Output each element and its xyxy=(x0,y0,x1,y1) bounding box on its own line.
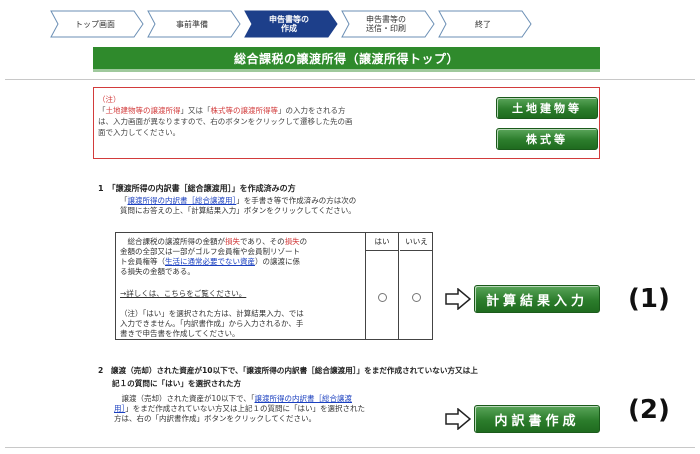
note-box: （注） 「土地建物等の譲渡所得」又は「株式等の譲渡所得等」の入力をされる方 は、… xyxy=(93,87,600,159)
question-line: ト会員権等（生活に通常必要でない資産）の譲渡に係 xyxy=(120,257,363,267)
loss-text: 損失 xyxy=(284,237,300,246)
step-label: 終了 xyxy=(475,19,491,29)
land-buildings-button[interactable]: 土地建物等 xyxy=(496,97,598,119)
step-label: 事前準備 xyxy=(176,19,208,29)
question-line: る損失の金額である。 xyxy=(120,267,195,276)
detail-form-link-2b[interactable]: 用］ xyxy=(114,404,125,413)
detail-form-link[interactable]: 譲渡所得の内訳書［総合譲渡用］ xyxy=(128,196,237,205)
marker-1: (1) xyxy=(628,284,670,314)
question-line: 金額の全部又は一部がゴルフ会員権や会員制リゾート xyxy=(120,247,300,256)
create-breakdown-button[interactable]: 内訳書作成 xyxy=(474,405,600,433)
text-part: 譲渡（売却）された資産が10以下で、「 xyxy=(121,394,255,403)
question-cell: 総合課税の譲渡所得の金額が損失であり、その損失の 金額の全部又は一部がゴルフ会員… xyxy=(116,233,366,339)
section2-heading-line: 2 譲渡（売却）された資産が10以下で、「譲渡所得の内訳書［総合譲渡用］」をまだ… xyxy=(98,366,478,375)
yes-column: はい xyxy=(366,233,399,339)
note-text: （注） 「土地建物等の譲渡所得」又は「株式等の譲渡所得等」の入力をされる方 は、… xyxy=(98,94,423,138)
text-part: であり、その xyxy=(240,237,285,246)
land-link-text: 土地建物等の譲渡所得 xyxy=(105,106,181,115)
divider xyxy=(5,447,695,448)
step-prep: 事前準備 xyxy=(147,10,241,38)
note-heading: （注） xyxy=(98,95,121,104)
step-top: トップ画面 xyxy=(50,10,144,38)
note-text-part: 」又は「 xyxy=(180,106,211,115)
note-line: 書きで申告書を作成してください。 xyxy=(120,329,240,338)
section1-body: 「譲渡所得の内訳書［総合譲渡用］」を手書き等で作成済みの方は次の 質問にお答えの… xyxy=(120,196,450,216)
section1-heading: 1 「譲渡所得の内訳書［総合譲渡用］」を作成済みの方 xyxy=(98,184,296,193)
section1-line: 「譲渡所得の内訳書［総合譲渡用］」を手書き等で作成済みの方は次の xyxy=(120,196,450,206)
step-end: 終了 xyxy=(438,10,532,38)
text-part: 「 xyxy=(120,196,128,205)
right-arrow-icon xyxy=(445,288,471,310)
step-label: トップ画面 xyxy=(75,19,115,29)
note-text-part: 「 xyxy=(98,106,106,115)
no-column: いいえ xyxy=(400,233,433,339)
text-part: ト会員権等（ xyxy=(120,257,165,266)
yes-header: はい xyxy=(366,233,398,251)
section2-line: 譲渡（売却）された資産が10以下で、「譲渡所得の内訳書［総合譲渡 xyxy=(114,394,436,404)
loss-text: 損失 xyxy=(225,237,240,246)
note-line: は、入力画面が異なりますので、右のボタンをクリックして遷移した先の画 xyxy=(98,117,353,126)
stock-link-text: 株式等の譲渡所得等 xyxy=(210,106,279,115)
text-part: 」を手書き等で作成済みの方は次の xyxy=(236,196,357,205)
question-table: 総合課税の譲渡所得の金額が損失であり、その損失の 金額の全部又は一部がゴルフ会員… xyxy=(115,232,433,340)
text-part: の xyxy=(299,237,308,246)
step-send: 申告書等の 送信・印刷 xyxy=(341,10,435,38)
note-line: 「土地建物等の譲渡所得」又は「株式等の譲渡所得等」の入力をされる方 xyxy=(98,105,423,116)
section1-line: 質問にお答えの上、「計算結果入力」ボタンをクリックしてください。 xyxy=(120,206,356,215)
detail-form-link-2[interactable]: 譲渡所得の内訳書［総合譲渡 xyxy=(255,394,353,403)
title-shadow xyxy=(93,69,600,72)
note-line: （注）「はい」を選択された方は、計算結果入力、では xyxy=(120,309,304,318)
step-create: 申告書等の 作成 xyxy=(244,10,338,38)
right-arrow-icon xyxy=(445,408,471,430)
yes-radio[interactable] xyxy=(378,293,387,302)
note-text-part: 」の入力をされる方 xyxy=(278,106,346,115)
question-line: 総合課税の譲渡所得の金額が損失であり、その損失の xyxy=(120,237,363,247)
non-essential-asset-link[interactable]: 生活に通常必要でない資産 xyxy=(165,257,255,266)
step-label: 申告書等の 送信・印刷 xyxy=(366,15,406,33)
divider xyxy=(5,79,695,80)
no-header: いいえ xyxy=(400,233,433,251)
section2-line: 方は、右の「内訳書作成」ボタンをクリックしてください。 xyxy=(114,414,317,423)
no-radio[interactable] xyxy=(412,293,421,302)
question-text: 総合課税の譲渡所得の金額が損失であり、その損失の 金額の全部又は一部がゴルフ会員… xyxy=(120,237,363,277)
text-part: 」をまだ作成されていない方又は上記１の質問に「はい」を選択された xyxy=(125,404,366,413)
note-line: 入力できません。「内訳書作成」から入力されるか、手 xyxy=(120,319,304,328)
calc-result-input-button[interactable]: 計算結果入力 xyxy=(474,285,600,313)
text-part: 総合課税の譲渡所得の金額が xyxy=(127,237,226,246)
section2-heading-line: 記１の質問に「はい」を選択された方 xyxy=(112,379,242,388)
section2-heading: 2 譲渡（売却）された資産が10以下で、「譲渡所得の内訳書［総合譲渡用］」をまだ… xyxy=(98,364,693,390)
marker-2: (2) xyxy=(628,395,670,425)
section2-body: 譲渡（売却）された資産が10以下で、「譲渡所得の内訳書［総合譲渡 用］」をまだ作… xyxy=(114,394,436,424)
section2-line: 用］」をまだ作成されていない方又は上記１の質問に「はい」を選択された xyxy=(114,404,436,414)
details-link[interactable]: →詳しくは、こちらをご覧ください。 xyxy=(120,289,363,299)
page-title: 総合課税の譲渡所得（譲渡所得トップ） xyxy=(93,47,600,69)
text-part: ）の譲渡に係 xyxy=(255,257,300,266)
progress-steps: トップ画面 事前準備 申告書等の 作成 申告書等の 送信・印刷 終了 xyxy=(50,10,650,40)
stocks-button[interactable]: 株式等 xyxy=(496,128,598,150)
question-note: （注）「はい」を選択された方は、計算結果入力、では 入力できません。「内訳書作成… xyxy=(120,309,363,339)
step-label: 申告書等の 作成 xyxy=(269,15,309,33)
note-line: 面で入力してください。 xyxy=(98,128,181,137)
